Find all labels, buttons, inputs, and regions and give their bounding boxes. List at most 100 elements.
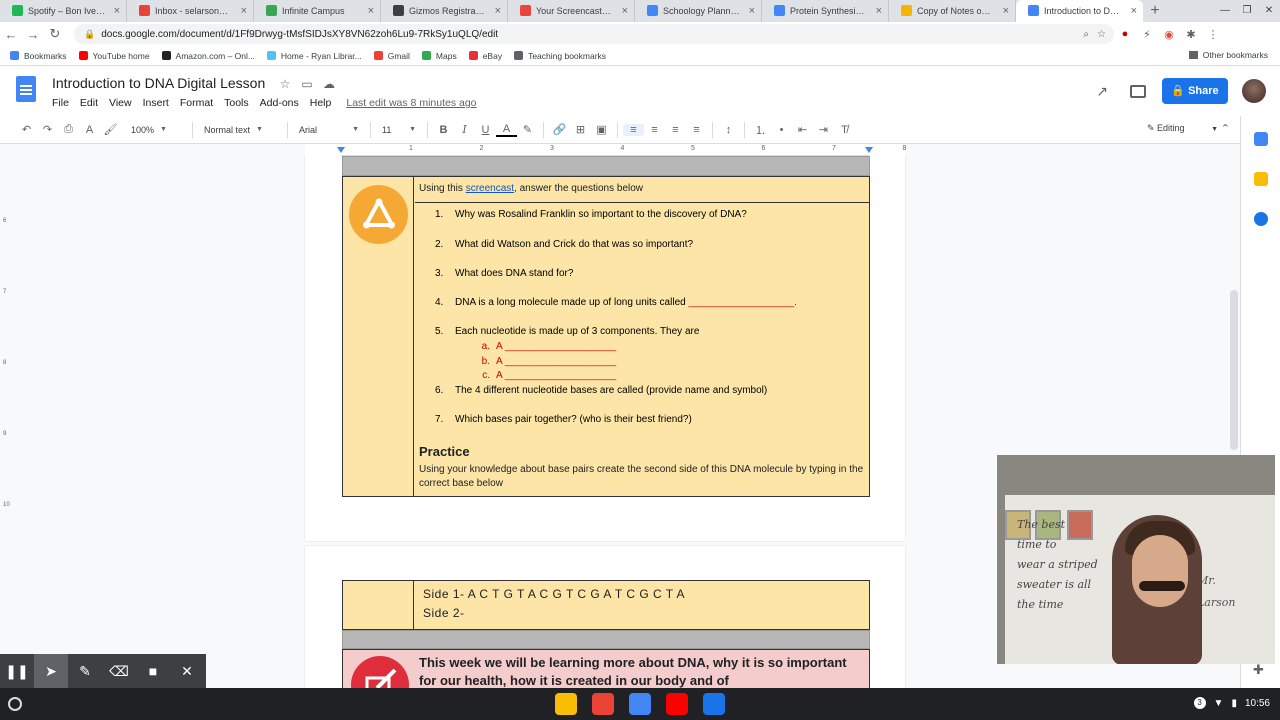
align-right-icon[interactable]: ≡ (665, 124, 686, 136)
gmail-app-icon[interactable] (592, 693, 614, 715)
redo-icon[interactable]: ↷ (37, 123, 58, 136)
last-edit-link[interactable]: Last edit was 8 minutes ago (346, 97, 476, 109)
docs-logo-icon[interactable] (16, 76, 36, 102)
zoom-icon[interactable]: ⌕ (1083, 29, 1089, 40)
extensions-icon[interactable]: ✱ (1180, 28, 1202, 41)
restore-icon[interactable]: ❐ (1236, 0, 1258, 22)
menu-insert[interactable]: Insert (143, 97, 169, 109)
sub-answer-item[interactable]: b. A ____________________ (472, 356, 616, 367)
highlight-icon[interactable]: ✎ (517, 123, 538, 136)
close-tab-icon[interactable]: × (241, 0, 247, 22)
system-tray[interactable]: 3 ▼ ▮ 10:56 (1186, 697, 1270, 709)
menu-file[interactable]: File (52, 97, 69, 109)
spellcheck-icon[interactable]: A (79, 124, 100, 136)
close-tab-icon[interactable]: × (495, 0, 501, 22)
close-tab-icon[interactable]: × (876, 0, 882, 22)
question-item[interactable]: 1. Why was Rosalind Franklin so important… (435, 209, 747, 220)
share-button[interactable]: 🔒 Share (1162, 78, 1228, 104)
browser-tab[interactable]: Introduction to DNA Dig × (1016, 0, 1143, 22)
chrome-app-icon[interactable] (555, 693, 577, 715)
print-icon[interactable]: ⎙ (58, 123, 79, 136)
pause-icon[interactable]: ❚❚ (0, 663, 34, 680)
bookmark-item[interactable]: Maps (421, 51, 457, 61)
close-tab-icon[interactable]: × (749, 0, 755, 22)
screencastify-extension-icon[interactable]: ◉ (1158, 28, 1180, 41)
undo-icon[interactable]: ↶ (16, 123, 37, 136)
menu-addons[interactable]: Add-ons (260, 97, 299, 109)
menu-help[interactable]: Help (310, 97, 332, 109)
add-comment-icon[interactable]: ⊞ (570, 123, 591, 136)
close-window-icon[interactable]: ✕ (1258, 0, 1280, 22)
dna-sides-table[interactable]: Side 1- A C T G T A C G T C G A T C G C … (342, 580, 870, 630)
document-page[interactable]: Using this screencast, answer the questi… (305, 156, 905, 541)
comment-history-icon[interactable] (1130, 84, 1146, 98)
forward-icon[interactable]: → (22, 27, 44, 42)
bold-icon[interactable]: B (433, 124, 454, 136)
browser-tab[interactable]: Gizmos Registration | S × (381, 0, 508, 22)
text-color-icon[interactable]: A (496, 123, 517, 137)
align-left-icon[interactable]: ≡ (623, 123, 644, 136)
menu-tools[interactable]: Tools (224, 97, 249, 109)
keep-icon[interactable] (1254, 172, 1268, 186)
more-menu-icon[interactable]: ⋮ (1202, 28, 1224, 41)
increase-indent-icon[interactable]: ⇥ (813, 123, 834, 136)
bookmark-item[interactable]: Gmail (373, 51, 410, 61)
browser-tab[interactable]: Schoology Planning Sy × (635, 0, 762, 22)
back-icon[interactable]: ← (0, 27, 22, 42)
justify-icon[interactable]: ≡ (686, 124, 707, 136)
font-select[interactable]: Arial ▼ (299, 125, 359, 135)
paint-format-icon[interactable]: 🖌 (100, 123, 121, 136)
screencast-link[interactable]: screencast (466, 183, 514, 194)
underline-icon[interactable]: U (475, 124, 496, 136)
line-spacing-icon[interactable]: ↕ (718, 124, 739, 136)
cursor-icon[interactable]: ➤ (34, 654, 68, 688)
browser-tab[interactable]: Infinite Campus × (254, 0, 381, 22)
right-indent-marker[interactable] (865, 147, 873, 153)
minimize-icon[interactable]: — (1214, 0, 1236, 22)
bulleted-list-icon[interactable]: • (771, 124, 792, 136)
calendar-icon[interactable] (1254, 132, 1268, 146)
menu-edit[interactable]: Edit (80, 97, 98, 109)
italic-icon[interactable]: I (454, 123, 475, 136)
question-item[interactable]: 4. DNA is a long molecule made up of long… (435, 297, 797, 308)
new-tab-button[interactable]: + (1143, 0, 1167, 22)
star-icon[interactable]: ☆ (1097, 29, 1106, 40)
avatar[interactable] (1242, 79, 1266, 103)
week-overview-table[interactable]: This week we will be learning more about… (342, 649, 870, 688)
table-content-cell[interactable]: Using this screencast, answer the questi… (415, 177, 870, 496)
cloud-status-icon[interactable]: ☁ (318, 77, 340, 91)
document-scrollbar[interactable] (1230, 290, 1238, 450)
camera-icon[interactable]: ■ (136, 663, 170, 679)
other-bookmarks[interactable]: Other bookmarks (1188, 50, 1268, 60)
sub-answer-item[interactable]: a. A ____________________ (472, 341, 616, 352)
font-size-select[interactable]: 11 ▼ (382, 125, 416, 135)
collapse-menus-icon[interactable]: ⌃ (1221, 122, 1230, 135)
pen-icon[interactable]: ✎ (68, 663, 102, 680)
close-tab-icon[interactable]: × (622, 0, 628, 22)
notification-badge[interactable]: 3 (1193, 697, 1206, 709)
decrease-indent-icon[interactable]: ⇤ (792, 123, 813, 136)
screencast-questions-table[interactable]: Using this screencast, answer the questi… (342, 176, 870, 497)
left-indent-marker[interactable] (337, 147, 345, 153)
menu-view[interactable]: View (109, 97, 132, 109)
launcher-icon[interactable] (8, 697, 22, 711)
bookmark-item[interactable]: Teaching bookmarks (514, 51, 606, 61)
close-icon[interactable]: ✕ (170, 663, 204, 680)
document-title[interactable]: Introduction to DNA Digital Lesson (52, 75, 265, 91)
url-input[interactable]: 🔒 docs.google.com/document/d/1Ff9Drwyg-t… (74, 24, 1114, 44)
opera-extension-icon[interactable]: ● (1114, 28, 1136, 40)
close-tab-icon[interactable]: × (114, 0, 120, 22)
style-select[interactable]: Normal text ▼ (204, 125, 276, 135)
bookmark-item[interactable]: Home - Ryan Librar... (266, 51, 362, 61)
browser-tab[interactable]: Protein Synthesis and × (762, 0, 889, 22)
align-center-icon[interactable]: ≡ (644, 124, 665, 136)
link-icon[interactable]: 🔗 (549, 123, 570, 136)
reload-icon[interactable]: ↻ (44, 26, 66, 42)
bookmark-item[interactable]: Bookmarks (10, 51, 67, 61)
document-page[interactable]: Side 1- A C T G T A C G T C G A T C G C … (305, 546, 905, 688)
numbered-list-icon[interactable]: ⒈ (750, 122, 771, 138)
close-tab-icon[interactable]: × (1131, 0, 1137, 22)
docs-app-icon[interactable] (629, 693, 651, 715)
insert-image-icon[interactable]: ▣ (591, 123, 612, 136)
menu-format[interactable]: Format (180, 97, 213, 109)
